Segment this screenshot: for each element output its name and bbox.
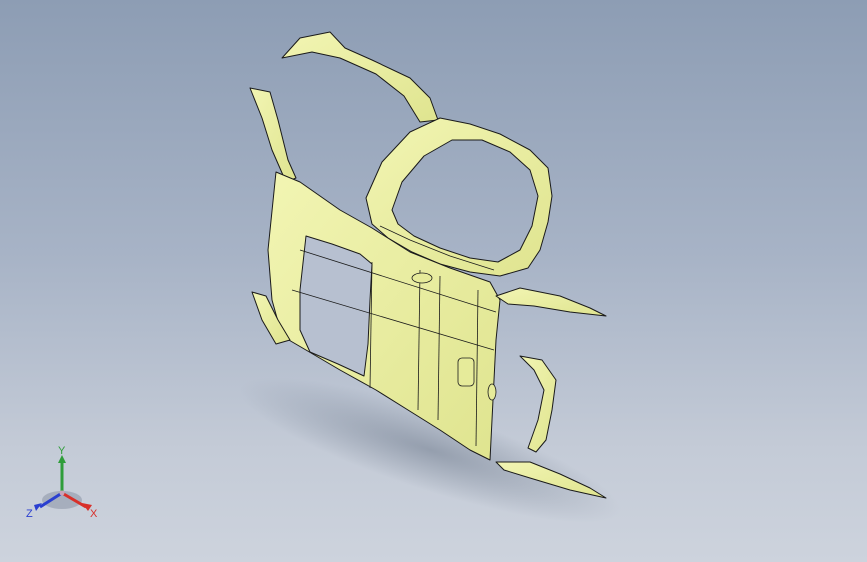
roof-front-left-wing [281,31,439,123]
rear-light [487,383,497,401]
dome-light [411,272,433,284]
triad-y-label: Y [58,445,66,457]
triad-x-label: X [90,508,98,520]
a-pillar-left [249,87,297,183]
triad-z-label: Z [26,508,33,520]
graphics-viewport[interactable]: Y X Z [0,0,867,562]
sunroof-opening [299,235,373,377]
axis-triad[interactable]: Y X Z [22,445,112,530]
roof-rear-right-wing [495,287,607,317]
grab-handle [457,357,475,387]
triad-origin [59,490,65,496]
c-pillar-right [519,355,557,453]
headliner-3d-model[interactable] [0,0,867,562]
